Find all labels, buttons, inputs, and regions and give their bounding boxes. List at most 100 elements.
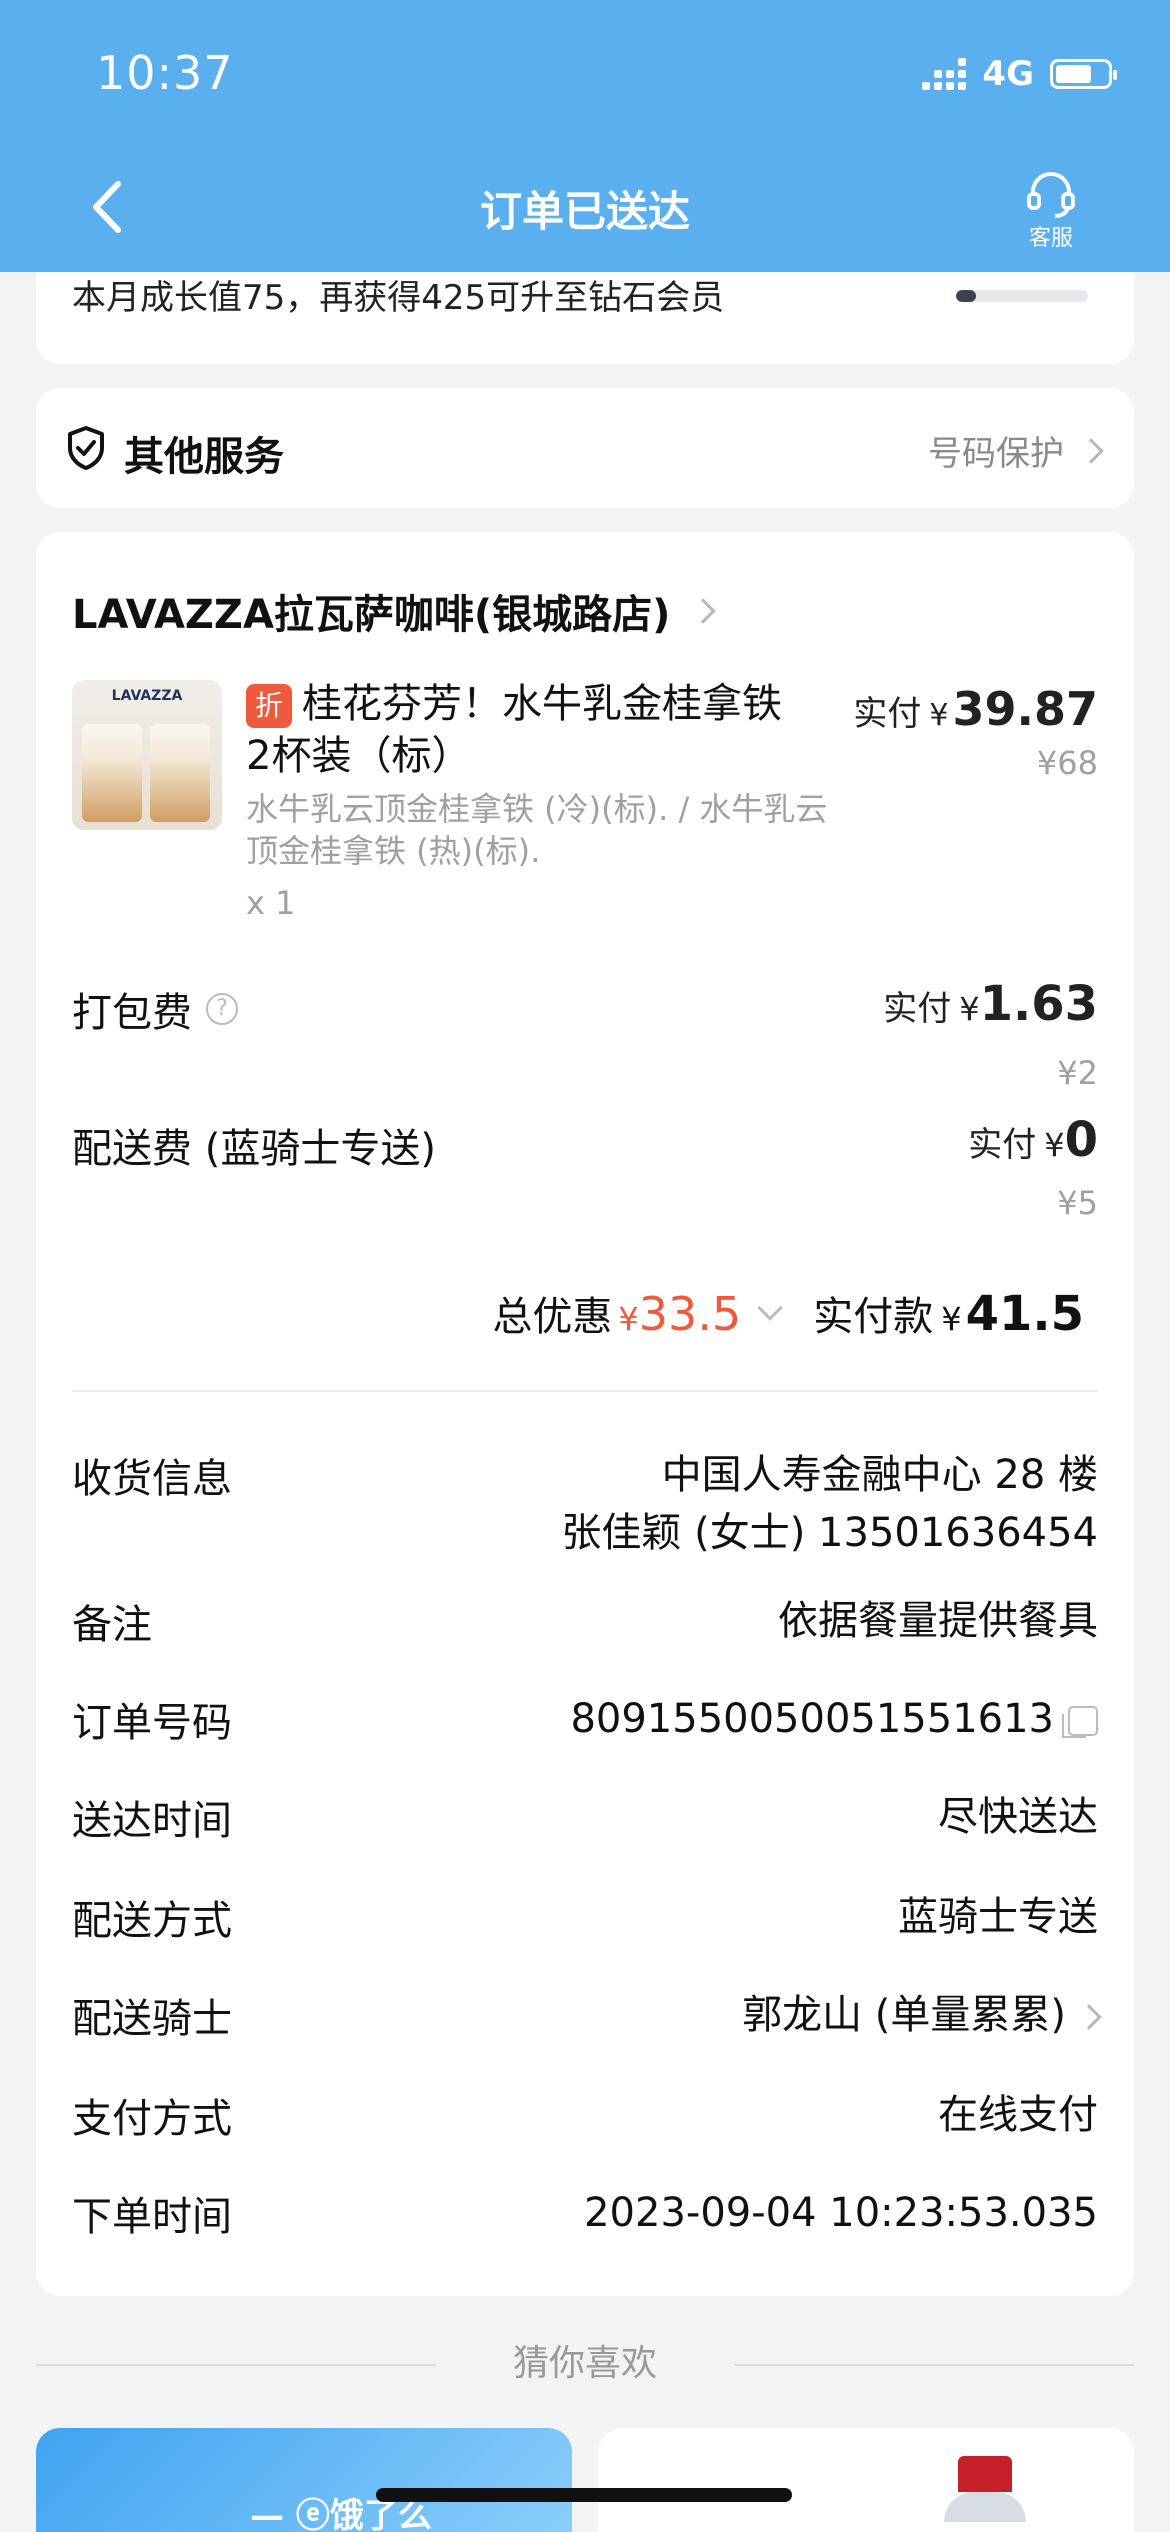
currency-symbol: ¥ (618, 1300, 639, 1338)
payment-method-row: 支付方式 在线支付 (72, 2086, 1098, 2146)
page-title: 订单已送达 (479, 187, 690, 236)
paid-amount: 39.87 (952, 682, 1098, 736)
recommend-card[interactable]: — ⓔ饿了么 (36, 2428, 572, 2532)
top-navigation-bar: 10:37 4G 订单已送达 客服 (0, 0, 1170, 272)
total-discount-toggle[interactable]: 总优惠 ¥ 33.5 (492, 1284, 741, 1342)
rider-key: 配送骑士 (72, 1996, 232, 2042)
number-protection-label: 号码保护 (928, 434, 1064, 474)
total-paid: 实付款 ¥41.5 (813, 1284, 1084, 1342)
order-detail-card: LAVAZZA拉瓦萨咖啡(银城路店) LAVAZZA 折 桂花芬芳！水牛乳金桂拿… (36, 532, 1134, 2296)
rider-row[interactable]: 配送骑士 郭龙山 (单量累累) (72, 1986, 1102, 2046)
order-time-row: 下单时间 2023-09-04 10:23:53.035 (72, 2184, 1098, 2244)
paid-label: 实付 (968, 1125, 1037, 1165)
cup-graphic (150, 724, 210, 822)
product-image[interactable]: LAVAZZA (72, 680, 222, 830)
address-line: 中国人寿金融中心 28 楼 (661, 1452, 1098, 1498)
store-name: LAVAZZA拉瓦萨咖啡(银城路店) (72, 592, 671, 638)
delivery-method-key: 配送方式 (72, 1898, 232, 1944)
note-value: 依据餐量提供餐具 (778, 1598, 1098, 1644)
store-name-link[interactable]: LAVAZZA拉瓦萨咖啡(银城路店) (72, 582, 717, 640)
product-bottle-image (944, 2456, 1026, 2532)
packing-fee-row: 打包费 ? (72, 980, 238, 1038)
home-indicator[interactable] (376, 2488, 792, 2502)
rider-value: 郭龙山 (单量累累) (742, 1986, 1102, 2044)
packing-fee-original: ¥2 (1057, 1054, 1098, 1092)
product-spec: 水牛乳云顶金桂拿铁 (冷)(标). / 水牛乳云顶金桂拿铁 (热)(标). (246, 790, 828, 870)
contact-line: 张佳颖 (女士) 13501636454 (561, 1510, 1098, 1556)
currency-symbol: ¥ (929, 698, 949, 733)
divider (72, 1390, 1098, 1392)
order-number: 8091550050051551613 (570, 1696, 1054, 1742)
delivery-fee-label: 配送费 (蓝骑士专送) (72, 1126, 436, 1172)
paid-amount: 1.63 (979, 976, 1098, 1032)
discount-badge: 折 (246, 684, 292, 728)
paid-amount: 0 (1064, 1112, 1098, 1168)
copy-icon[interactable] (1062, 1706, 1098, 1738)
total-discount-amount: 33.5 (638, 1287, 742, 1341)
other-services-title: 其他服务 (124, 434, 284, 480)
growth-progress-fill (956, 290, 976, 302)
network-type: 4G (982, 54, 1034, 94)
order-totals: 总优惠 ¥ 33.5 实付款 ¥41.5 (492, 1284, 1084, 1342)
currency-symbol: ¥ (1044, 1126, 1065, 1164)
total-paid-label: 实付款 (813, 1294, 934, 1340)
divider (734, 2364, 1134, 2366)
cup-graphic (82, 724, 142, 822)
status-indicators: 4G (922, 54, 1117, 94)
delivery-method-row: 配送方式 蓝骑士专送 (72, 1888, 1098, 1948)
arrival-time-key: 送达时间 (72, 1798, 232, 1844)
paid-label: 实付 (883, 989, 952, 1029)
address-value: 中国人寿金融中心 28 楼 张佳颖 (女士) 13501636454 (561, 1446, 1098, 1562)
delivery-method-value: 蓝骑士专送 (898, 1894, 1098, 1940)
battery-icon (1050, 59, 1117, 89)
order-time-key: 下单时间 (72, 2194, 232, 2240)
address-row: 收货信息 中国人寿金融中心 28 楼 张佳颖 (女士) 13501636454 (72, 1446, 1098, 1566)
shield-check-icon (68, 426, 104, 470)
chevron-right-icon (690, 598, 717, 624)
recommend-title: 猜你喜欢 (512, 2343, 657, 2384)
help-icon[interactable]: ? (206, 993, 238, 1025)
currency-symbol: ¥ (959, 990, 980, 1028)
product-quantity: x 1 (246, 884, 296, 922)
recommend-section-header: 猜你喜欢 (0, 2334, 1170, 2394)
status-time: 10:37 (96, 46, 234, 100)
total-discount-label: 总优惠 (492, 1294, 613, 1340)
growth-progress-bar (956, 290, 1088, 302)
divider (36, 2364, 436, 2366)
number-protection-link[interactable]: 号码保护 (928, 426, 1104, 475)
product-original-price: ¥68 (1036, 744, 1098, 782)
order-number-row: 订单号码 8091550050051551613 (72, 1690, 1098, 1750)
chevron-right-icon (1078, 437, 1104, 464)
rider-name: 郭龙山 (单量累累) (742, 1992, 1066, 2038)
total-paid-amount: 41.5 (965, 1286, 1084, 1342)
chevron-down-icon[interactable] (757, 1295, 783, 1321)
packing-fee-paid: 实付 ¥1.63 (883, 976, 1098, 1032)
chevron-right-icon (1076, 2004, 1102, 2030)
recommend-card[interactable] (598, 2428, 1134, 2532)
growth-text: 本月成长值75，再获得425可升至钻石会员 (72, 278, 725, 318)
customer-service-button[interactable]: 客服 (1016, 170, 1086, 252)
product-name-line2: 2杯装（标） (246, 733, 472, 779)
payment-method-key: 支付方式 (72, 2096, 232, 2142)
product-paid-price: 实付 ¥39.87 (853, 682, 1098, 736)
paid-label: 实付 (853, 694, 922, 734)
currency-symbol: ¥ (941, 1300, 962, 1338)
product-image-brand: LAVAZZA (111, 688, 183, 704)
arrival-time-row: 送达时间 尽快送达 (72, 1788, 1098, 1848)
delivery-fee-paid: 实付 ¥0 (968, 1112, 1098, 1168)
address-key: 收货信息 (72, 1456, 232, 1502)
other-services-card[interactable]: 其他服务 号码保护 (36, 388, 1134, 508)
note-key: 备注 (72, 1602, 152, 1648)
note-row: 备注 依据餐量提供餐具 (72, 1592, 1098, 1652)
customer-service-label: 客服 (1028, 226, 1073, 251)
product-name: 桂花芬芳！水牛乳金桂拿铁 (302, 681, 782, 727)
packing-fee-label: 打包费 (72, 990, 192, 1036)
headset-icon (1027, 172, 1075, 218)
signal-icon (922, 58, 967, 90)
payment-method-value: 在线支付 (938, 2092, 1098, 2138)
order-time-value: 2023-09-04 10:23:53.035 (584, 2190, 1098, 2236)
order-number-value: 8091550050051551613 (570, 1690, 1098, 1748)
delivery-fee-original: ¥5 (1057, 1184, 1098, 1222)
order-number-key: 订单号码 (72, 1700, 232, 1746)
arrival-time-value: 尽快送达 (938, 1794, 1098, 1840)
